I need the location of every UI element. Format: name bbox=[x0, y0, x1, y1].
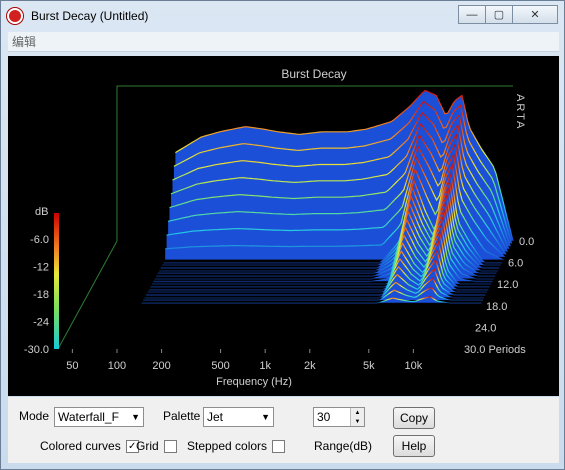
z-tick-label: 12.0 bbox=[497, 279, 518, 291]
title-bar[interactable]: Burst Decay (Untitled) — ▢ ✕ bbox=[1, 1, 564, 31]
minimize-icon: — bbox=[466, 8, 478, 21]
mode-select[interactable]: Waterfall_F ▼ bbox=[54, 407, 144, 427]
z-tick-label: 0.0 bbox=[519, 236, 534, 248]
z-tick-label: 6.0 bbox=[508, 258, 523, 270]
db-colorbar bbox=[54, 213, 59, 349]
y-tick-label: -12 bbox=[33, 262, 49, 274]
range-spinner[interactable]: 30 ▲ ▼ bbox=[313, 407, 365, 427]
control-panel: Mode Waterfall_F ▼ Palette Jet ▼ 30 ▲ ▼ … bbox=[8, 397, 559, 463]
grid-checkbox[interactable] bbox=[163, 439, 177, 453]
palette-value: Jet bbox=[207, 410, 224, 424]
chevron-down-icon: ▼ bbox=[131, 412, 140, 422]
stepped-colors-label: Stepped colors bbox=[187, 439, 268, 453]
minimize-button[interactable]: — bbox=[458, 5, 486, 24]
help-label: Help bbox=[401, 439, 427, 453]
menu-bar: 编辑 bbox=[8, 32, 559, 52]
db-axis: -6.0 -12 -18 -24 -30.0 bbox=[24, 213, 59, 356]
waterfall-chart: Burst Decay ARTA 0.0 6.0 12.0 18.0 24.0 30.0 … bbox=[24, 67, 534, 388]
menu-item-edit[interactable]: 编辑 bbox=[12, 33, 36, 50]
close-icon: ✕ bbox=[530, 9, 540, 21]
z-tick-label: 24.0 bbox=[475, 322, 496, 334]
app-icon bbox=[7, 8, 23, 24]
x-tick-label: 5k bbox=[363, 360, 375, 372]
x-tick-label: 200 bbox=[152, 360, 170, 372]
spin-up-icon[interactable]: ▲ bbox=[351, 408, 364, 417]
x-tick-label: 500 bbox=[211, 360, 229, 372]
x-tick-label: 1k bbox=[259, 360, 271, 372]
arta-watermark: ARTA bbox=[514, 94, 526, 130]
frequency-axis: 50 100 200 500 1k 2k 5k 10k bbox=[66, 349, 423, 372]
copy-button[interactable]: Copy bbox=[393, 407, 435, 429]
palette-select[interactable]: Jet ▼ bbox=[203, 407, 274, 427]
palette-label: Palette bbox=[163, 409, 201, 423]
waterfall-curves bbox=[117, 89, 514, 350]
window-title: Burst Decay (Untitled) bbox=[31, 9, 149, 23]
colored-curves-label: Colored curves bbox=[40, 439, 121, 453]
burst-decay-window: Burst Decay (Untitled) — ▢ ✕ 编辑 Burst De… bbox=[0, 0, 565, 470]
x-tick-label: 10k bbox=[405, 360, 423, 372]
y-tick-label: -6.0 bbox=[30, 234, 49, 246]
x-tick-label: 50 bbox=[66, 360, 78, 372]
mode-value: Waterfall_F bbox=[58, 410, 119, 424]
chart-title: Burst Decay bbox=[281, 67, 346, 81]
grid-label: Grid bbox=[136, 439, 159, 453]
mode-label: Mode bbox=[19, 409, 50, 423]
x-tick-label: 2k bbox=[304, 360, 316, 372]
copy-label: Copy bbox=[399, 411, 428, 425]
maximize-icon: ▢ bbox=[493, 9, 505, 21]
chevron-down-icon: ▼ bbox=[261, 412, 270, 422]
y-tick-label: -30.0 bbox=[24, 344, 49, 356]
close-button[interactable]: ✕ bbox=[512, 5, 558, 24]
help-button[interactable]: Help bbox=[393, 435, 435, 457]
burst-decay-plot: Burst Decay ARTA 0.0 6.0 12.0 18.0 24.0 30.0 … bbox=[8, 56, 559, 396]
range-label: Range(dB) bbox=[314, 439, 373, 453]
y-tick-label: -18 bbox=[33, 289, 49, 301]
z-tick-label: 18.0 bbox=[486, 301, 507, 313]
spin-down-icon[interactable]: ▼ bbox=[351, 417, 364, 426]
x-tick-label: 100 bbox=[108, 360, 126, 372]
stepped-colors-checkbox[interactable] bbox=[272, 439, 286, 453]
floor-edge bbox=[57, 240, 118, 350]
maximize-button[interactable]: ▢ bbox=[485, 5, 513, 24]
x-axis-label: Frequency (Hz) bbox=[216, 376, 292, 388]
y-axis-label: dB bbox=[35, 206, 48, 218]
y-tick-label: -24 bbox=[33, 317, 49, 329]
z-tick-label: 30.0 Periods bbox=[464, 344, 526, 356]
range-value: 30 bbox=[317, 410, 331, 424]
